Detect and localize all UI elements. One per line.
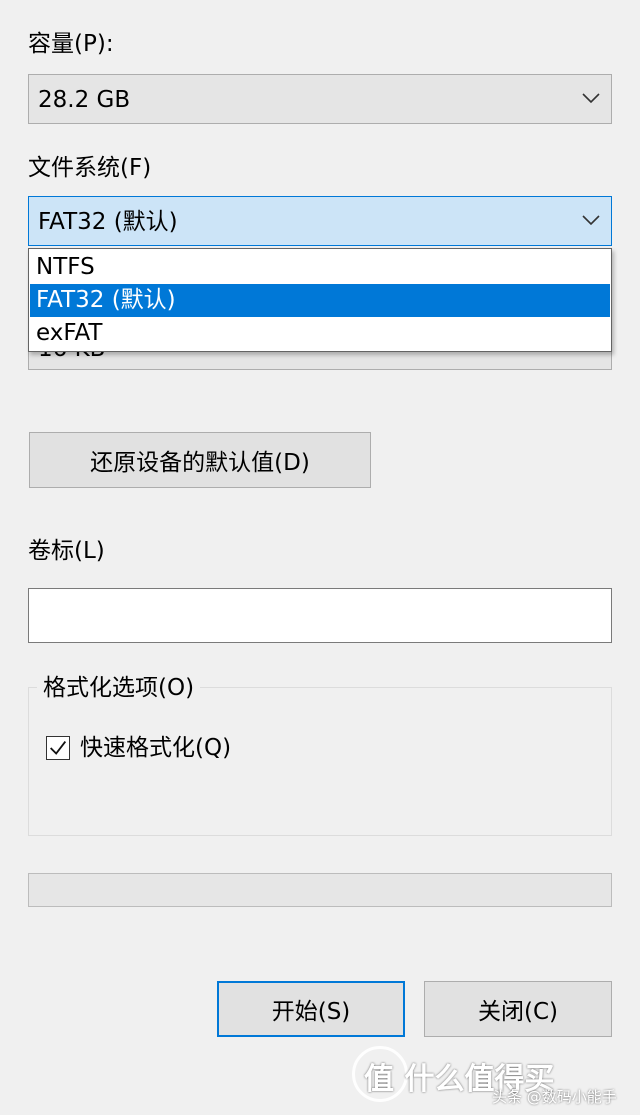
quick-format-label[interactable]: 快速格式化(Q) bbox=[80, 734, 231, 762]
capacity-value: 28.2 GB bbox=[38, 87, 131, 113]
close-button[interactable]: 关闭(C) bbox=[424, 981, 612, 1037]
chevron-down-icon bbox=[582, 215, 600, 226]
volume-label-label: 卷标(L) bbox=[28, 538, 105, 564]
chevron-down-icon bbox=[582, 93, 600, 104]
filesystem-dropdown: NTFS FAT32 (默认) exFAT bbox=[28, 248, 612, 352]
restore-defaults-button[interactable]: 还原设备的默认值(D) bbox=[29, 432, 371, 488]
checkmark-icon bbox=[50, 741, 67, 755]
filesystem-label: 文件系统(F) bbox=[28, 155, 152, 181]
quick-format-checkbox[interactable] bbox=[46, 736, 70, 760]
filesystem-select[interactable]: FAT32 (默认) bbox=[28, 196, 612, 246]
filesystem-option-ntfs[interactable]: NTFS bbox=[30, 251, 610, 284]
volume-label-input[interactable] bbox=[28, 588, 612, 643]
capacity-select[interactable]: 28.2 GB bbox=[28, 74, 612, 124]
watermark-source: 头条 @数码小能手 bbox=[492, 1088, 617, 1106]
start-button[interactable]: 开始(S) bbox=[217, 981, 405, 1037]
capacity-label: 容量(P): bbox=[28, 31, 114, 57]
filesystem-option-fat32[interactable]: FAT32 (默认) bbox=[30, 284, 610, 317]
format-options-label: 格式化选项(O) bbox=[37, 674, 201, 702]
filesystem-value: FAT32 (默认) bbox=[38, 209, 178, 235]
format-progress-bar bbox=[28, 873, 612, 907]
filesystem-option-exfat[interactable]: exFAT bbox=[30, 317, 610, 350]
